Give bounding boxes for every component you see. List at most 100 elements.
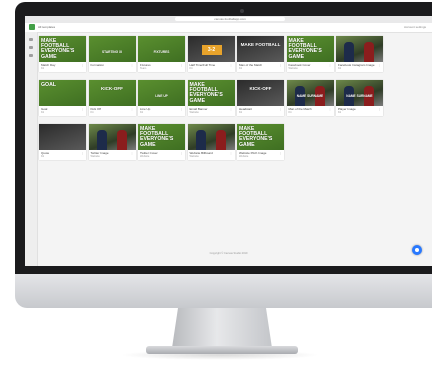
more-options-icon[interactable]: ⋮ (329, 63, 332, 67)
template-thumbnail[interactable]: KICK-OFF (88, 80, 136, 106)
template-card[interactable]: MAKE FOOTBALL EVERYONE'S GAME Match Day Ki… (39, 36, 86, 72)
more-options-icon[interactable]: ⋮ (131, 107, 134, 111)
thumbnail-text: GOAL (41, 82, 56, 88)
address-bar[interactable]: canvas.footballapp.com (175, 17, 285, 21)
app-header: All templates Account settings (25, 23, 432, 33)
template-thumbnail[interactable]: LINE UP (138, 80, 185, 106)
template-thumbnail[interactable] (187, 124, 235, 150)
thumbnail-text: NAME SURNAME (296, 94, 324, 98)
template-card[interactable]: NAME SURNAME Man of the Match Kit ⋮ (286, 80, 334, 116)
template-thumbnail[interactable]: MAKE FOOTBALL EVERYONE'S GAME (138, 124, 185, 150)
more-options-icon[interactable]: ⋮ (378, 63, 381, 67)
thumbnail-text: NAME SURNAME (346, 94, 373, 98)
template-card[interactable]: NAME SURNAME Player Image Kit ⋮ (336, 80, 383, 116)
template-category: Kit (338, 67, 342, 70)
thumbnail-text: MAKE FOOTBALL EVERYONE'S GAME (288, 38, 322, 60)
template-title: Formation (90, 63, 105, 67)
template-card[interactable]: 3-2 Half Time/Full Time Kit ⋮ (187, 36, 235, 72)
more-options-icon[interactable]: ⋮ (230, 107, 233, 111)
template-category: Kit (90, 111, 94, 114)
sidebar-item-home-icon[interactable] (29, 38, 33, 41)
template-category: Website (239, 155, 249, 158)
sidebar (25, 32, 38, 266)
more-options-icon[interactable]: ⋮ (180, 63, 183, 67)
template-title: Facebook Instagram Image (338, 63, 375, 67)
template-card[interactable]: MAKE FOOTBALL EVERYONE'S GAME Website Pit… (237, 124, 284, 160)
thumbnail-text: KICK-OFF (249, 86, 272, 91)
template-card[interactable]: FIXTURES Fixtures Team ⋮ (138, 36, 185, 72)
player-figure (96, 130, 107, 150)
template-card[interactable]: KICK-OFF Kick Off Kit ⋮ (88, 80, 136, 116)
template-category: Kit (338, 111, 342, 114)
template-category: Website (189, 111, 199, 114)
more-options-icon[interactable]: ⋮ (230, 63, 233, 67)
more-options-icon[interactable]: ⋮ (279, 151, 282, 155)
account-link[interactable]: Account settings (404, 25, 426, 29)
thumbnail-text: MAKE FOOTBALL EVERYONE'S GAME (41, 38, 75, 60)
template-card[interactable]: LINE UP Line Up Kit ⋮ (138, 80, 185, 116)
more-options-icon[interactable]: ⋮ (279, 107, 282, 111)
more-options-icon[interactable]: ⋮ (180, 107, 183, 111)
template-thumbnail[interactable]: MAKE FOOTBALL (237, 36, 284, 62)
template-card[interactable]: KICK-OFF Headstart Kit ⋮ (237, 80, 284, 116)
camera-icon (240, 9, 244, 13)
template-thumbnail[interactable]: FIXTURES (138, 36, 185, 62)
template-category: Kit (288, 111, 292, 114)
template-thumbnail[interactable] (88, 124, 136, 150)
template-thumbnail[interactable]: MAKE FOOTBALL EVERYONE'S GAME (237, 124, 284, 150)
more-options-icon[interactable]: ⋮ (279, 63, 282, 67)
screen: canvas.footballapp.com All templates Acc… (25, 16, 432, 266)
thumbnail-text: STARTING XI (102, 50, 122, 54)
template-title: Half Time/Full Time (189, 63, 216, 67)
app-logo-icon[interactable] (29, 24, 35, 30)
more-options-icon[interactable]: ⋮ (81, 63, 84, 67)
template-thumbnail[interactable] (39, 124, 86, 150)
template-thumbnail[interactable]: 3-2 (187, 36, 235, 62)
template-grid: MAKE FOOTBALL EVERYONE'S GAME Match Day Ki… (39, 36, 429, 256)
template-category: Kit (239, 67, 243, 70)
chat-button[interactable] (412, 245, 422, 255)
template-card[interactable]: Quote Kit ⋮ (39, 124, 86, 160)
template-card[interactable]: GOAL Goal Kit ⋮ (39, 80, 86, 116)
monitor-base (146, 346, 298, 354)
more-options-icon[interactable]: ⋮ (378, 107, 381, 111)
template-category: Team (140, 67, 147, 70)
template-title: Man of the Match (239, 63, 263, 67)
template-thumbnail[interactable]: MAKE FOOTBALL EVERYONE'S GAME (286, 36, 334, 62)
template-thumbnail[interactable]: MAKE FOOTBALL EVERYONE'S GAME (187, 80, 235, 106)
more-options-icon[interactable]: ⋮ (131, 63, 134, 67)
template-thumbnail[interactable]: GOAL (39, 80, 86, 106)
player-figure (116, 130, 127, 150)
score-badge: 3-2 (201, 45, 222, 55)
player-figure (215, 130, 226, 150)
thumbnail-text: KICK-OFF (101, 86, 123, 91)
thumbnail-text: MAKE FOOTBALL EVERYONE'S GAME (189, 82, 223, 104)
more-options-icon[interactable]: ⋮ (329, 107, 332, 111)
template-thumbnail[interactable]: NAME SURNAME (336, 80, 383, 106)
template-card[interactable]: MAKE FOOTBALL EVERYONE'S GAME Facebook Co… (286, 36, 334, 72)
sidebar-item-settings-icon[interactable] (29, 54, 33, 57)
template-thumbnail[interactable] (336, 36, 383, 62)
template-thumbnail[interactable]: NAME SURNAME (286, 80, 334, 106)
more-options-icon[interactable]: ⋮ (230, 151, 233, 155)
template-category: Kit (239, 111, 243, 114)
template-card[interactable]: Facebook Instagram Image Kit ⋮ (336, 36, 383, 72)
more-options-icon[interactable]: ⋮ (131, 151, 134, 155)
sidebar-item-templates-icon[interactable] (29, 46, 33, 49)
more-options-icon[interactable]: ⋮ (180, 151, 183, 155)
template-card[interactable]: MAKE FOOTBALL EVERYONE'S GAME Email Banne… (187, 80, 235, 116)
more-options-icon[interactable]: ⋮ (81, 151, 84, 155)
template-category: Website (90, 155, 100, 158)
template-card[interactable]: MAKE FOOTBALL EVERYONE'S GAME Twitter Cov… (138, 124, 185, 160)
more-options-icon[interactable]: ⋮ (81, 107, 84, 111)
template-thumbnail[interactable]: KICK-OFF (237, 80, 284, 106)
thumbnail-text: FIXTURES (153, 50, 170, 54)
template-card[interactable]: Twitter Image Website ⋮ (88, 124, 136, 160)
template-thumbnail[interactable]: STARTING XI (88, 36, 136, 62)
template-thumbnail[interactable]: MAKE FOOTBALL EVERYONE'S GAME (39, 36, 86, 62)
template-card[interactable]: MAKE FOOTBALL Man of the Match Kit ⋮ (237, 36, 284, 72)
computer-scene: canvas.footballapp.com All templates Acc… (0, 0, 432, 365)
template-card[interactable]: Website Billboard Website ⋮ (187, 124, 235, 160)
template-card[interactable]: STARTING XI Formation ⋮ (88, 36, 136, 72)
chat-icon (415, 248, 419, 252)
